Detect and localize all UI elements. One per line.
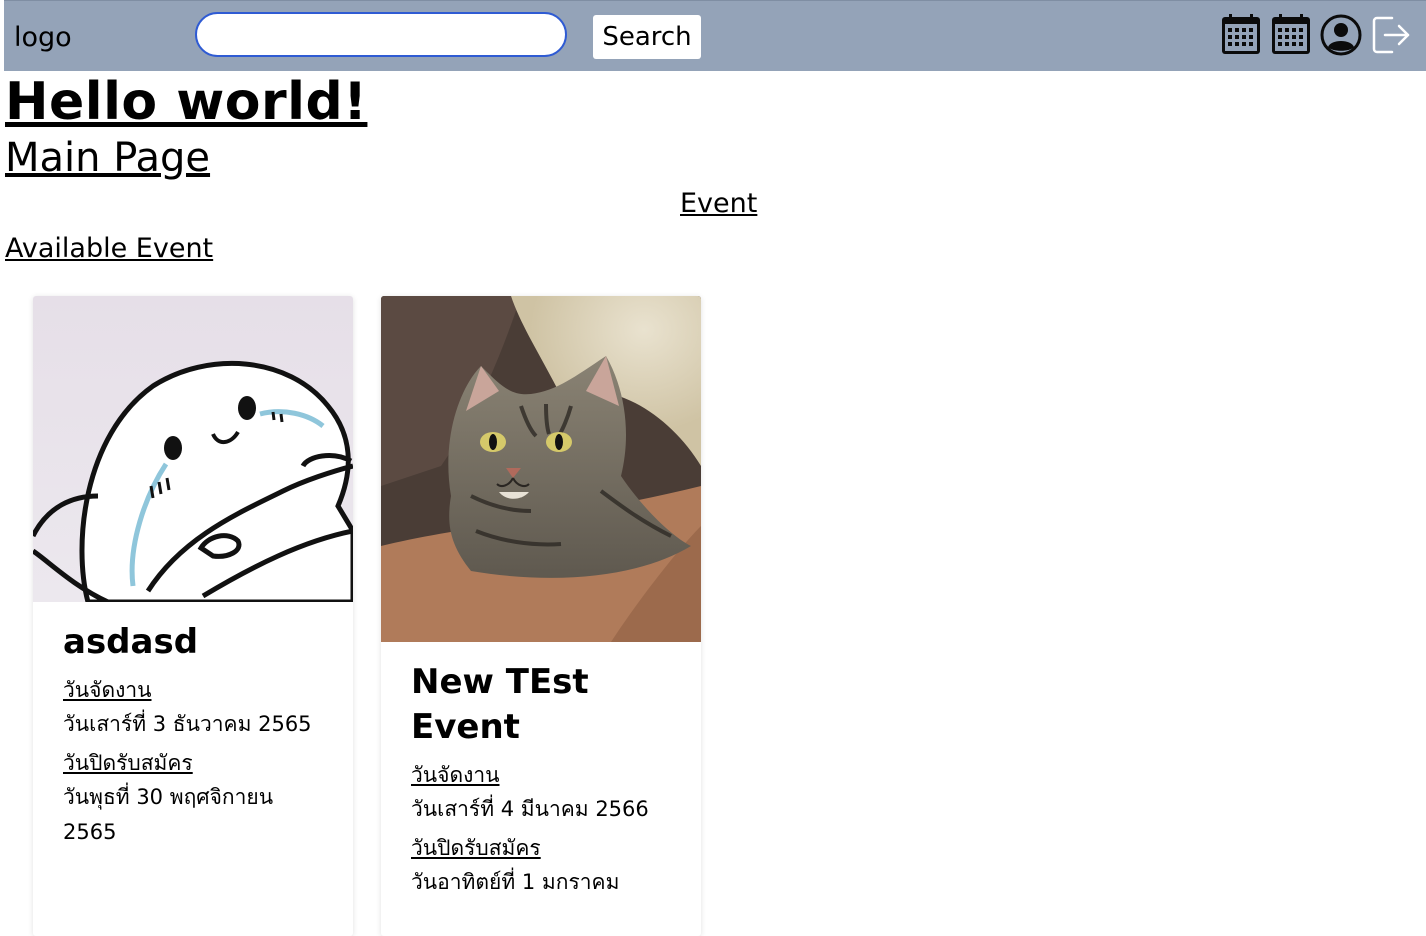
main-page-link[interactable]: Main Page [5, 135, 210, 181]
close-date: วันอาทิตย์ที่ 1 มกราคม [411, 870, 620, 894]
search-input[interactable] [195, 12, 567, 57]
available-event-link[interactable]: Available Event [5, 233, 213, 264]
event-card[interactable]: asdasd วันจัดงาน วันเสาร์ที่ 3 ธันวาคม 2… [33, 296, 353, 936]
close-date: วันพุธที่ 30 พฤศจิกายน 2565 [63, 785, 274, 844]
event-title[interactable]: New TEst Event [411, 660, 671, 750]
event-date: วันเสาร์ที่ 3 ธันวาคม 2565 [63, 712, 312, 736]
event-date-label[interactable]: วันจัดงาน [411, 758, 671, 792]
navbar: logo Search [4, 0, 1426, 71]
calendar-icon[interactable] [1220, 14, 1262, 56]
event-image-cat [381, 296, 701, 642]
user-profile-icon[interactable] [1320, 14, 1362, 56]
event-title[interactable]: asdasd [63, 620, 323, 665]
close-date-label[interactable]: วันปิดรับสมัคร [411, 831, 671, 865]
calendar-icon[interactable] [1270, 14, 1312, 56]
search-button[interactable]: Search [593, 15, 701, 59]
event-date: วันเสาร์ที่ 4 มีนาคม 2566 [411, 797, 649, 821]
event-link[interactable]: Event [680, 188, 757, 219]
logout-icon[interactable] [1370, 14, 1412, 56]
event-image-cartoon [33, 296, 353, 602]
page-heading[interactable]: Hello world! [5, 72, 367, 132]
event-card[interactable]: New TEst Event วันจัดงาน วันเสาร์ที่ 4 ม… [381, 296, 701, 936]
close-date-label[interactable]: วันปิดรับสมัคร [63, 746, 323, 780]
event-date-label[interactable]: วันจัดงาน [63, 673, 323, 707]
logo[interactable]: logo [14, 22, 72, 53]
